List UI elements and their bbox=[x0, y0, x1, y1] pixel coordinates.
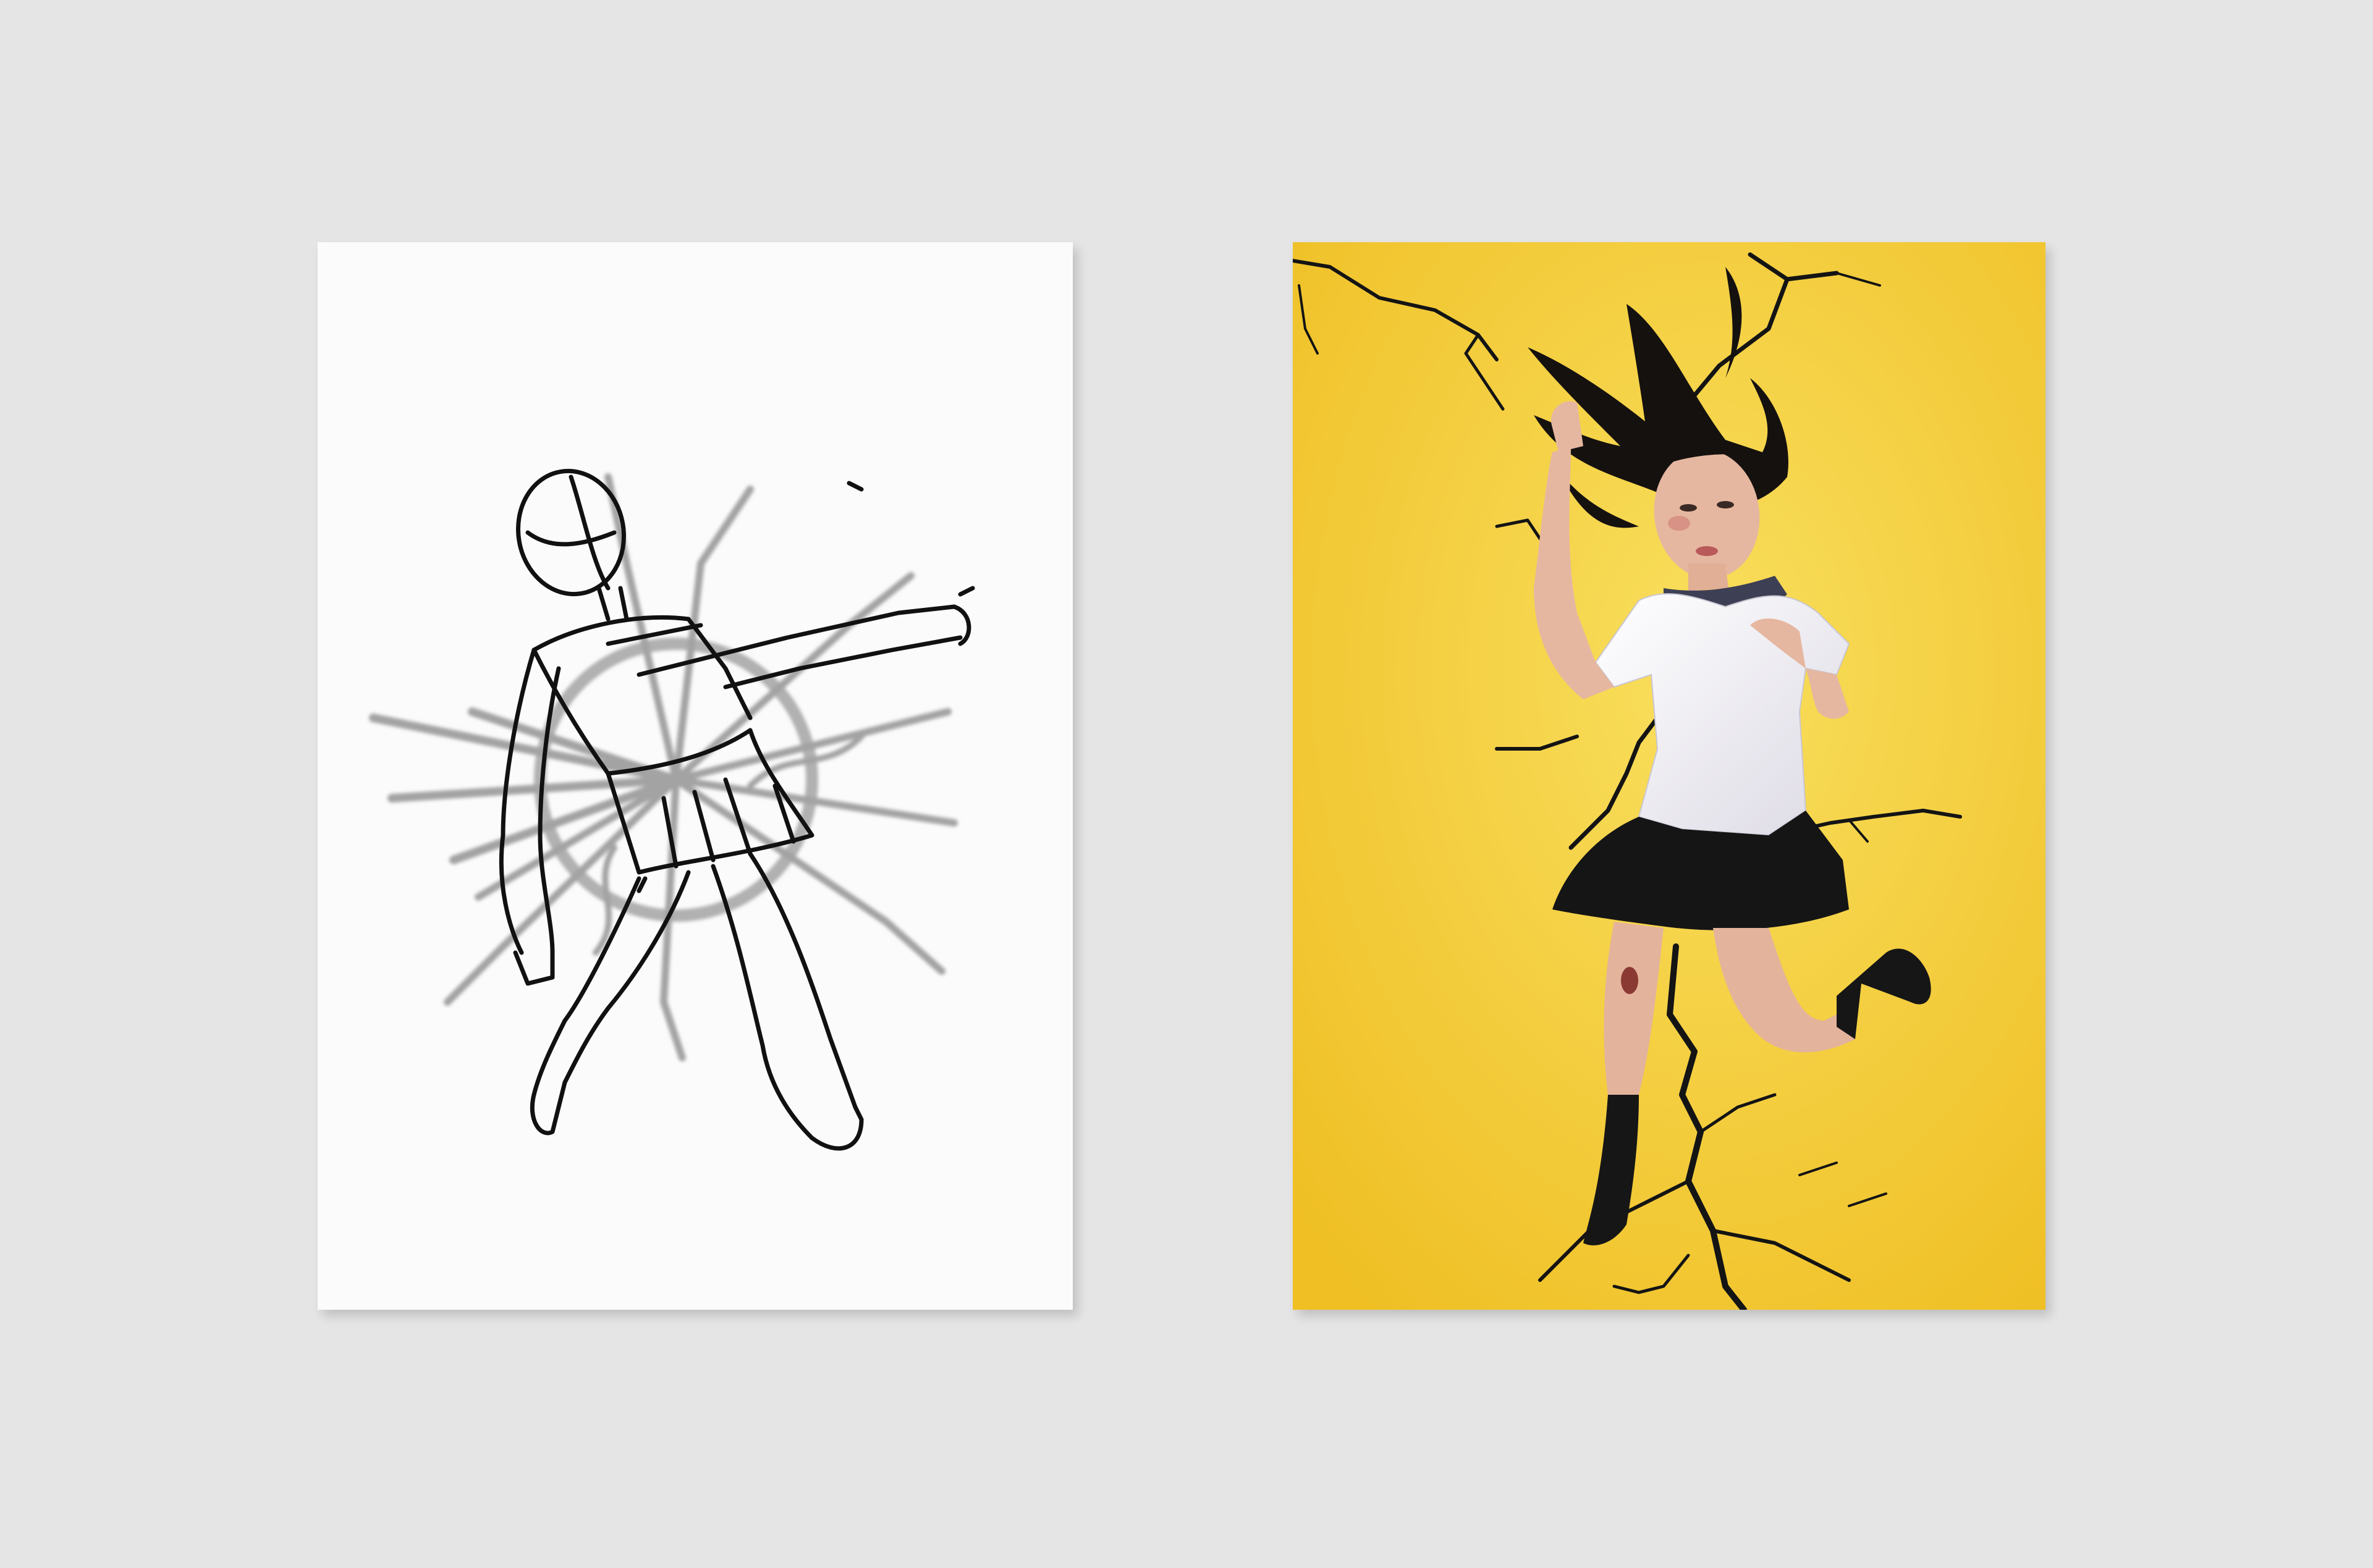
neck bbox=[1688, 563, 1728, 591]
sketch-crack-burst bbox=[369, 473, 958, 1061]
sketch-card bbox=[318, 242, 1073, 1310]
photo-card bbox=[1293, 242, 2045, 1310]
figure-sketch-icon bbox=[369, 468, 975, 1151]
sketch-figure bbox=[499, 468, 975, 1151]
figure-photo-icon bbox=[1293, 242, 2045, 1310]
